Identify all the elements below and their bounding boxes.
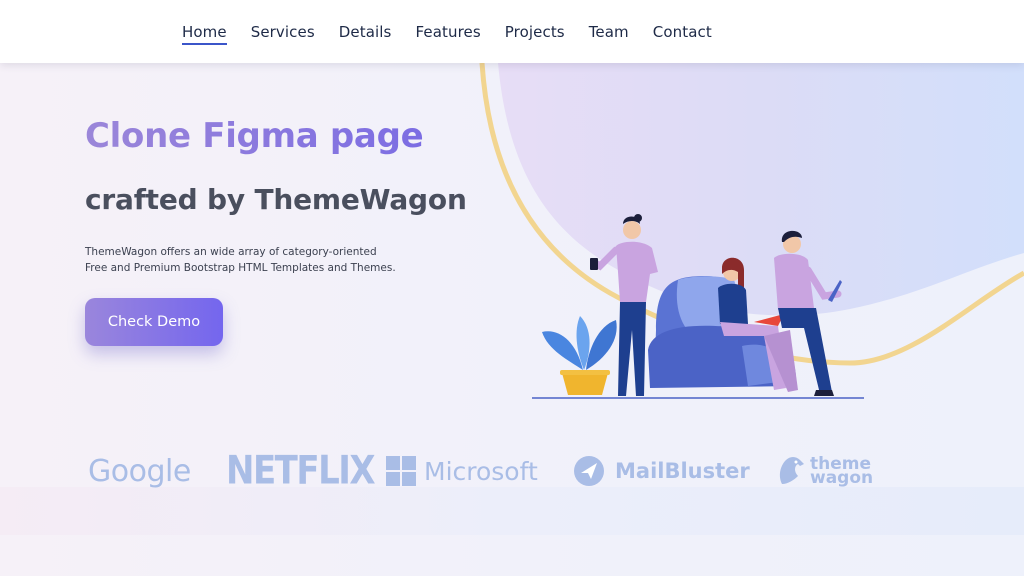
illustration-people-sofa	[532, 214, 864, 399]
logos-band	[0, 487, 1024, 535]
nav-item-services[interactable]: Services	[251, 19, 315, 44]
microsoft-logo: Microsoft	[386, 450, 538, 492]
themewagon-logo-line-2: wagon	[810, 468, 874, 488]
nav-item-details[interactable]: Details	[339, 19, 392, 44]
nav-item-contact[interactable]: Contact	[653, 19, 712, 44]
hero-description: ThemeWagon offers an wide array of categ…	[85, 244, 425, 276]
top-navbar: Home Services Details Features Projects …	[0, 0, 1024, 63]
mailbluster-logo-text: MailBluster	[615, 459, 750, 483]
nav-item-team[interactable]: Team	[589, 19, 629, 44]
mailbluster-logo: MailBluster	[573, 450, 750, 492]
hero-title: Clone Figma page	[85, 116, 424, 156]
netflix-logo: NETFLIX	[226, 447, 376, 495]
check-demo-button[interactable]: Check Demo	[85, 298, 223, 346]
hero-description-line-2: Free and Premium Bootstrap HTML Template…	[85, 262, 396, 274]
mailbluster-logo-icon	[574, 456, 604, 486]
themewagon-logo-text: theme wagon	[810, 456, 874, 488]
microsoft-logo-text: Microsoft	[424, 456, 538, 486]
nav-item-home[interactable]: Home	[182, 19, 227, 45]
themewagon-logo: theme wagon	[776, 450, 873, 492]
nav-menu: Home Services Details Features Projects …	[182, 0, 712, 63]
microsoft-grid-icon	[386, 456, 416, 486]
nav-item-features[interactable]: Features	[415, 19, 480, 44]
netflix-logo-text: NETFLIX	[226, 448, 376, 494]
themewagon-horse-icon	[779, 457, 804, 484]
nav-item-projects[interactable]: Projects	[505, 19, 565, 44]
google-logo: Google	[88, 450, 191, 492]
google-logo-text: Google	[88, 453, 191, 489]
hero-description-line-1: ThemeWagon offers an wide array of categ…	[85, 246, 377, 258]
hero-subtitle: crafted by ThemeWagon	[85, 183, 467, 216]
